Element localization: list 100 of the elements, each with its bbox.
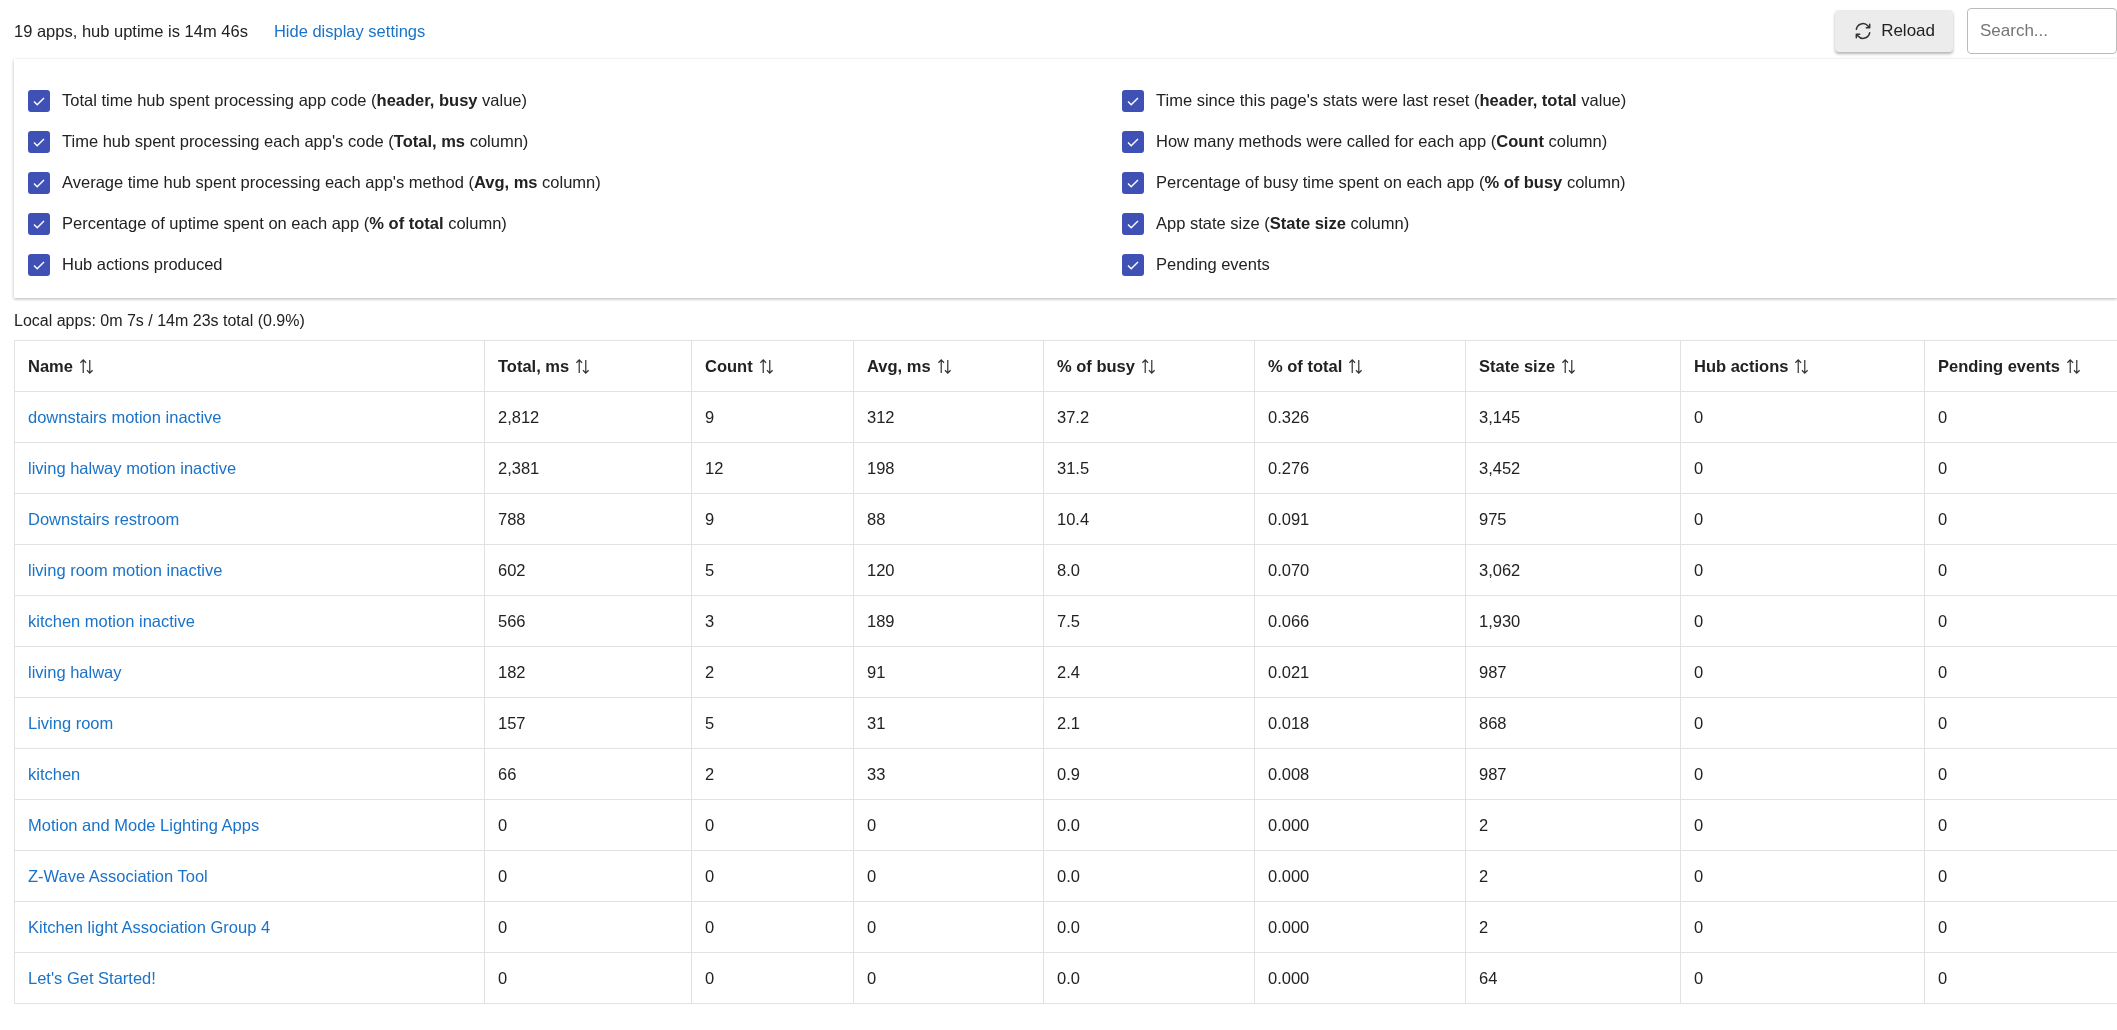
column-header[interactable]: Avg, ms — [853, 340, 1044, 392]
app-name-link[interactable]: Let's Get Started! — [28, 968, 156, 987]
table-cell: 8.0 — [1057, 560, 1080, 579]
checkbox[interactable] — [1122, 253, 1144, 276]
table-cell: 0 — [1938, 815, 1948, 834]
app-name-link[interactable]: living room motion inactive — [28, 560, 223, 579]
table-cell: 31 — [867, 713, 886, 732]
app-name-link[interactable]: downstairs motion inactive — [28, 407, 222, 426]
table-cell: 0.008 — [1268, 764, 1310, 783]
table-cell: 3,062 — [1479, 560, 1521, 579]
app-name-link[interactable]: Z-Wave Association Tool — [28, 866, 208, 885]
table-cell: 0 — [1938, 917, 1948, 936]
table-cell: 0.070 — [1268, 560, 1310, 579]
app-name-link[interactable]: Downstairs restroom — [28, 509, 180, 528]
column-header[interactable]: % of total — [1254, 340, 1466, 392]
table-cell: 0 — [1938, 764, 1948, 783]
table-cell: 157 — [498, 713, 526, 732]
checkbox[interactable] — [1122, 171, 1144, 194]
hide-settings-link[interactable]: Hide display settings — [273, 21, 426, 41]
table-cell: 0 — [867, 917, 877, 936]
table-cell: 9 — [705, 509, 715, 528]
table-cell: 0.000 — [1268, 815, 1310, 834]
table-cell: 2 — [705, 662, 715, 681]
checkbox[interactable] — [1122, 130, 1144, 153]
search-field[interactable]: Search... — [1967, 8, 2117, 54]
column-header[interactable]: Hub actions — [1680, 340, 1925, 392]
table-cell: 182 — [498, 662, 526, 681]
local-apps-summary: Local apps: 0m 7s / 14m 23s total (0.9%) — [14, 312, 306, 330]
table-cell: 0.000 — [1268, 968, 1310, 987]
table-cell: 3,145 — [1479, 407, 1521, 426]
sort-icon — [758, 357, 774, 375]
setting-label: Time hub spent processing each app's code (Total, ms column) — [62, 132, 529, 151]
app-name-link[interactable]: Motion and Mode Lighting Apps — [28, 815, 260, 834]
table-cell: 0 — [1694, 917, 1704, 936]
checkbox[interactable] — [28, 130, 50, 153]
setting-label: How many methods were called for each app (Count column) — [1156, 132, 1608, 151]
checkbox[interactable] — [1122, 212, 1144, 235]
sort-icon — [2065, 357, 2081, 375]
checkbox[interactable] — [28, 212, 50, 235]
app-name-link[interactable]: kitchen motion inactive — [28, 611, 195, 630]
table-cell: 0 — [498, 815, 508, 834]
table-cell: 0 — [705, 815, 715, 834]
checkbox[interactable] — [28, 171, 50, 194]
setting-label: Total time hub spent processing app code (header, busy value) — [62, 91, 528, 110]
setting-label: App state size (State size column) — [1156, 214, 1410, 233]
app-name-link[interactable]: kitchen — [28, 764, 81, 783]
table-cell: 0.066 — [1268, 611, 1310, 630]
column-header[interactable]: State size — [1465, 340, 1681, 392]
table-cell: 33 — [867, 764, 886, 783]
table-cell: 0.000 — [1268, 866, 1310, 885]
sort-icon — [575, 357, 591, 375]
table-cell: 0 — [498, 917, 508, 936]
table-cell: 0.276 — [1268, 458, 1310, 477]
table-cell: 2 — [1479, 866, 1489, 885]
column-header[interactable]: Name — [14, 340, 485, 392]
table-cell: 198 — [867, 458, 895, 477]
table-cell: 88 — [867, 509, 886, 528]
app-name-link[interactable]: Kitchen light Association Group 4 — [28, 917, 271, 936]
checkbox[interactable] — [1122, 89, 1144, 112]
app-name-link[interactable]: Living room — [28, 713, 114, 732]
table-cell: 788 — [498, 509, 526, 528]
table-cell: 5 — [705, 713, 715, 732]
table-cell: 0 — [1694, 509, 1704, 528]
table-cell: 0.9 — [1057, 764, 1080, 783]
column-header[interactable]: Count — [691, 340, 854, 392]
column-header[interactable]: Total, ms — [484, 340, 692, 392]
table-cell: 0 — [705, 866, 715, 885]
setting-label: Time since this page's stats were last reset (header, total value) — [1156, 91, 1627, 110]
app-name-link[interactable]: living halway motion inactive — [28, 458, 237, 477]
table-cell: 0 — [867, 968, 877, 987]
table-cell: 12 — [705, 458, 724, 477]
reload-button[interactable]: Reload — [1835, 10, 1953, 52]
table-cell: 566 — [498, 611, 526, 630]
table-cell: 0 — [1694, 458, 1704, 477]
table-cell: 0 — [1694, 611, 1704, 630]
table-cell: 64 — [1479, 968, 1498, 987]
table-cell: 0 — [1938, 866, 1948, 885]
table-cell: 189 — [867, 611, 895, 630]
table-cell: 0 — [1938, 968, 1948, 987]
table-cell: 0 — [1938, 662, 1948, 681]
column-header[interactable]: Pending events — [1924, 340, 2117, 392]
table-cell: 0 — [1694, 968, 1704, 987]
setting-label: Percentage of uptime spent on each app (% of total column) — [62, 214, 507, 233]
checkbox[interactable] — [28, 253, 50, 276]
table-cell: 1,930 — [1479, 611, 1521, 630]
table-cell: 0.091 — [1268, 509, 1310, 528]
table-cell: 0.326 — [1268, 407, 1310, 426]
app-name-link[interactable]: living halway — [28, 662, 122, 681]
checkbox[interactable] — [28, 89, 50, 112]
sort-icon — [78, 357, 94, 375]
table-cell: 312 — [867, 407, 895, 426]
table-cell: 0 — [498, 968, 508, 987]
table-cell: 0.021 — [1268, 662, 1310, 681]
table-cell: 0 — [1694, 866, 1704, 885]
uptime-summary: 19 apps, hub uptime is 14m 46s — [14, 21, 248, 41]
setting-label: Pending events — [1156, 255, 1270, 274]
table-cell: 0.0 — [1057, 815, 1080, 834]
table-cell: 2.4 — [1057, 662, 1080, 681]
column-header[interactable]: % of busy — [1043, 340, 1255, 392]
table-cell: 0 — [705, 968, 715, 987]
